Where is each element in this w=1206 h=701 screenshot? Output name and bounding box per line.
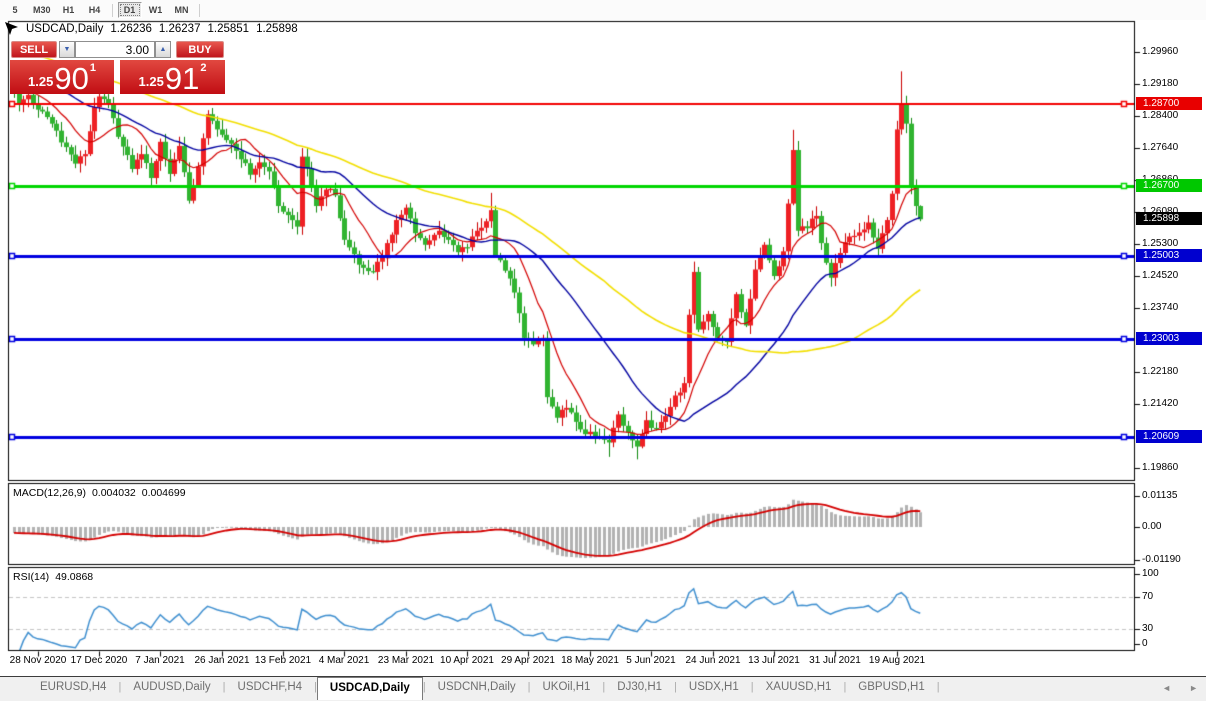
timeframe-button-mn[interactable]: MN [170,2,194,18]
bar-high-value: 1.26237 [159,23,201,35]
chart-tab-ukoil[interactable]: UKOil,H1 [530,677,602,698]
chart-tab-bar: EURUSD,H4|AUDUSD,Daily|USDCHF,H4|USDCAD,… [0,677,1206,701]
rsi-value: 49.0868 [55,571,93,583]
date-axis-label: 19 Aug 2021 [857,655,937,666]
cursor-arrow-icon [4,21,20,37]
macd-main-value: 0.004032 [92,487,136,499]
chart-symbol-label: USDCAD,Daily [26,23,103,35]
price-axis-label: 1.23740 [1142,302,1178,314]
rsi-axis-label: 70 [1142,591,1153,603]
chevron-down-icon: ▼ [64,46,71,53]
one-click-trade-panel: SELL ▼ 3.00 ▲ BUY 1.25 90 1 1.25 91 2 [10,40,225,94]
macd-signal-value: 0.004699 [142,487,186,499]
buy-price-prefix: 1.25 [139,75,164,88]
price-level-badge: 1.28700 [1136,97,1202,110]
macd-axis-label: 0.00 [1142,521,1161,533]
chart-title: USDCAD,Daily 1.26236 1.26237 1.25851 1.2… [26,23,298,35]
chevron-up-icon: ▲ [160,46,167,53]
tab-separator: | [937,677,940,698]
price-axis-label: 1.22180 [1142,366,1178,378]
timeframe-button-h4[interactable]: H4 [83,2,107,18]
chart-canvas[interactable] [0,0,1206,701]
rsi-label: RSI(14) 49.0868 [13,571,93,583]
price-axis-label: 1.29180 [1142,78,1178,90]
chart-tab-usdcnh[interactable]: USDCNH,Daily [426,677,528,698]
toolbar-separator [112,4,113,17]
chart-tab-usdx[interactable]: USDX,H1 [677,677,751,698]
sell-price-box[interactable]: 1.25 90 1 [10,60,114,94]
price-axis-label: 1.29960 [1142,46,1178,58]
chart-tab-dj30[interactable]: DJ30,H1 [605,677,674,698]
rsi-axis-label: 0 [1142,638,1148,650]
trade-panel-top-row: SELL ▼ 3.00 ▲ BUY [10,40,225,59]
toolbar-separator [199,4,200,17]
price-axis-label: 1.27640 [1142,142,1178,154]
price-level-badge: 1.23003 [1136,332,1202,345]
rsi-axis-label: 100 [1142,568,1159,580]
tab-scroll-right-icon[interactable]: ► [1189,683,1198,693]
buy-button[interactable]: BUY [176,41,224,58]
timeframe-button-5[interactable]: 5 [3,2,27,18]
tab-scroll-left-icon[interactable]: ◄ [1162,683,1171,693]
timeframe-toolbar: 5M30H1H4 D1W1MN [0,0,1206,20]
timeframe-button-d1[interactable]: D1 [118,2,142,18]
sell-price-point: 1 [90,63,96,74]
macd-label: MACD(12,26,9) 0.004032 0.004699 [13,487,186,499]
price-axis-label: 1.19860 [1142,462,1178,474]
volume-increase-button[interactable]: ▲ [155,41,171,58]
price-axis-label: 1.28400 [1142,110,1178,122]
price-level-badge: 1.25898 [1136,212,1202,225]
price-axis-label: 1.21420 [1142,398,1178,410]
chart-tab-usdcad[interactable]: USDCAD,Daily [317,677,423,700]
tab-scroll-controls: ◄ ► [1162,683,1198,693]
chart-tab-usdchf[interactable]: USDCHF,H4 [226,677,315,698]
rsi-name: RSI(14) [13,571,49,583]
timeframe-button-w1[interactable]: W1 [144,2,168,18]
price-level-badge: 1.26700 [1136,179,1202,192]
macd-name: MACD(12,26,9) [13,487,86,499]
buy-price-point: 2 [200,63,206,74]
macd-axis-label: -0.01190 [1142,554,1181,566]
chart-tab-eurusd[interactable]: EURUSD,H4 [28,677,118,698]
macd-axis-label: 0.01135 [1142,490,1177,502]
bar-low-value: 1.25851 [207,23,249,35]
volume-decrease-button[interactable]: ▼ [59,41,75,58]
rsi-axis-label: 30 [1142,623,1153,635]
bar-close-value: 1.25898 [256,23,298,35]
buy-price-box[interactable]: 1.25 91 2 [120,60,225,94]
price-level-badge: 1.25003 [1136,249,1202,262]
sell-button[interactable]: SELL [11,41,57,58]
timeframe-button-m30[interactable]: M30 [29,2,55,18]
price-level-badge: 1.20609 [1136,430,1202,443]
bar-open-value: 1.26236 [110,23,152,35]
price-axis-label: 1.24520 [1142,270,1178,282]
chart-tab-audusd[interactable]: AUDUSD,Daily [121,677,222,698]
chart-tab-gbpusd[interactable]: GBPUSD,H1 [846,677,936,698]
volume-input[interactable]: 3.00 [75,41,155,58]
sell-price-pips: 90 [54,64,88,93]
timeframe-button-h1[interactable]: H1 [57,2,81,18]
chart-tab-xauusd[interactable]: XAUUSD,H1 [754,677,844,698]
sell-price-prefix: 1.25 [28,75,53,88]
trading-workspace: 5M30H1H4 D1W1MN USDCAD,Daily 1.26236 1.26… [0,0,1206,701]
buy-price-pips: 91 [165,64,199,93]
